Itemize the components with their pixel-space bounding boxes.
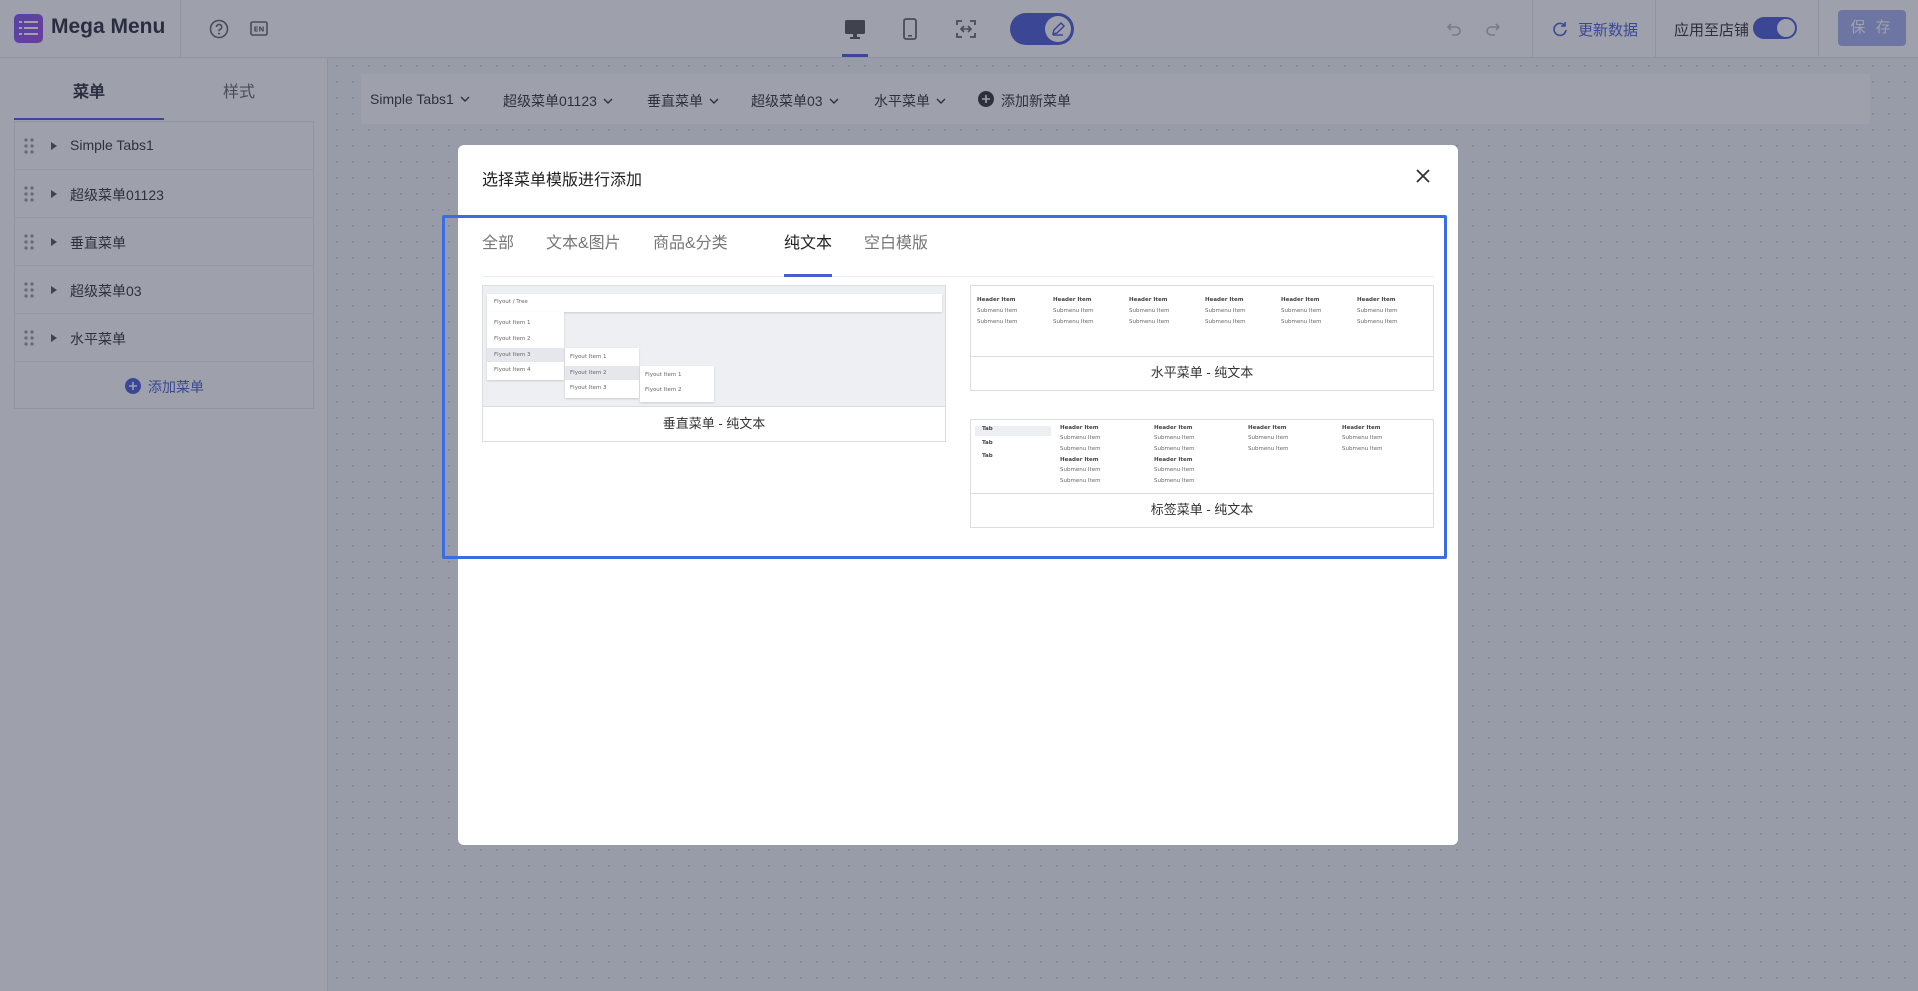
preview-text: Submenu Item bbox=[1357, 308, 1398, 314]
preview-text: Flyout Item 2 bbox=[645, 387, 682, 393]
preview-text: Submenu Item bbox=[1357, 319, 1398, 325]
tab-blank-template[interactable]: 空白模版 bbox=[864, 229, 928, 253]
preview-header-text: Header Item bbox=[977, 297, 1016, 303]
preview-text: Submenu Item bbox=[1248, 435, 1289, 441]
preview-header-text: Header Item bbox=[1060, 457, 1099, 463]
preview-text: Submenu Item bbox=[977, 308, 1018, 314]
close-icon[interactable] bbox=[1412, 165, 1434, 187]
preview-text: Submenu Item bbox=[1129, 308, 1170, 314]
template-card-caption: 标签菜单 - 纯文本 bbox=[1150, 502, 1254, 517]
preview-text: Flyout / Tree bbox=[494, 299, 528, 305]
preview-column: Flyout Item 1 Flyout Item 2 Flyout Item … bbox=[565, 348, 639, 398]
preview-text: Submenu Item bbox=[1248, 446, 1289, 452]
preview-text: Submenu Item bbox=[1060, 467, 1101, 473]
preview-text: Flyout Item 1 bbox=[494, 320, 531, 326]
template-card-horizontal[interactable]: Header Item Submenu Item Submenu Item Heade… bbox=[970, 285, 1434, 391]
preview-text: Submenu Item bbox=[1205, 319, 1246, 325]
preview-text: Flyout Item 1 bbox=[570, 354, 607, 360]
preview-text: Submenu Item bbox=[1154, 478, 1195, 484]
preview-text: Submenu Item bbox=[1129, 319, 1170, 325]
preview-text: Submenu Item bbox=[977, 319, 1018, 325]
template-preview: Header Item Submenu Item Submenu Item Heade… bbox=[971, 286, 1433, 357]
preview-text: Flyout Item 2 bbox=[570, 370, 607, 376]
preview-text: Submenu Item bbox=[1053, 319, 1094, 325]
active-tab-indicator bbox=[784, 274, 832, 277]
preview-header-text: Header Item bbox=[1205, 297, 1244, 303]
preview-header-text: Header Item bbox=[1129, 297, 1168, 303]
template-card-caption: 垂直菜单 - 纯文本 bbox=[662, 416, 766, 431]
preview-text: Submenu Item bbox=[1342, 446, 1383, 452]
preview-text: Flyout Item 3 bbox=[570, 385, 607, 391]
preview-header-text: Header Item bbox=[1357, 297, 1396, 303]
modal-title: 选择菜单模版进行添加 bbox=[482, 172, 643, 189]
template-card-caption: 水平菜单 - 纯文本 bbox=[1150, 365, 1254, 380]
template-card-vertical[interactable]: Flyout / Tree Flyout Item 1 Flyout Item … bbox=[482, 285, 946, 442]
template-picker-modal: 选择菜单模版进行添加 全部 文本&图片 商品&分类 纯文本 空白模版 Flyou… bbox=[458, 145, 1458, 845]
tab-text-image[interactable]: 文本&图片 bbox=[546, 229, 621, 253]
preview-text: Submenu Item bbox=[1154, 467, 1195, 473]
preview-text: Submenu Item bbox=[1053, 308, 1094, 314]
tab-product-category[interactable]: 商品&分类 bbox=[653, 229, 728, 253]
preview-text: Submenu Item bbox=[1154, 446, 1195, 452]
preview-text: Flyout Item 2 bbox=[494, 336, 531, 342]
preview-text: Submenu Item bbox=[1342, 435, 1383, 441]
preview-text: Flyout Item 3 bbox=[494, 352, 531, 358]
preview-header-text: Header Item bbox=[1342, 425, 1381, 431]
preview-text: Submenu Item bbox=[1060, 478, 1101, 484]
template-card-tabs[interactable]: Tab Tab Tab Header Item Submenu Item Submenu … bbox=[970, 419, 1434, 528]
preview-column: Flyout Item 1 Flyout Item 2 bbox=[640, 366, 714, 402]
preview-bar: Flyout / Tree bbox=[487, 294, 942, 312]
preview-header-text: Header Item bbox=[1154, 425, 1193, 431]
preview-tab-text: Tab bbox=[982, 426, 993, 432]
preview-text: Flyout Item 4 bbox=[494, 367, 531, 373]
preview-text: Submenu Item bbox=[1060, 435, 1101, 441]
preview-text: Flyout Item 1 bbox=[645, 372, 682, 378]
preview-header-text: Header Item bbox=[1248, 425, 1287, 431]
preview-tab-text: Tab bbox=[982, 440, 993, 446]
preview-tab-text: Tab bbox=[982, 453, 993, 459]
template-preview: Tab Tab Tab Header Item Submenu Item Submenu … bbox=[971, 420, 1433, 494]
template-preview: Flyout / Tree Flyout Item 1 Flyout Item … bbox=[483, 286, 945, 407]
preview-header-text: Header Item bbox=[1053, 297, 1092, 303]
preview-header-text: Header Item bbox=[1154, 457, 1193, 463]
preview-text: Submenu Item bbox=[1154, 435, 1195, 441]
tab-plain-text[interactable]: 纯文本 bbox=[784, 229, 832, 253]
template-tabs: 全部 文本&图片 商品&分类 纯文本 空白模版 bbox=[482, 229, 1434, 277]
preview-header-text: Header Item bbox=[1281, 297, 1320, 303]
preview-column: Flyout Item 1 Flyout Item 2 Flyout Item … bbox=[487, 312, 564, 380]
preview-text: Submenu Item bbox=[1281, 319, 1322, 325]
preview-text: Submenu Item bbox=[1281, 308, 1322, 314]
preview-header-text: Header Item bbox=[1060, 425, 1099, 431]
preview-text: Submenu Item bbox=[1060, 446, 1101, 452]
tab-all[interactable]: 全部 bbox=[482, 229, 514, 253]
preview-text: Submenu Item bbox=[1205, 308, 1246, 314]
